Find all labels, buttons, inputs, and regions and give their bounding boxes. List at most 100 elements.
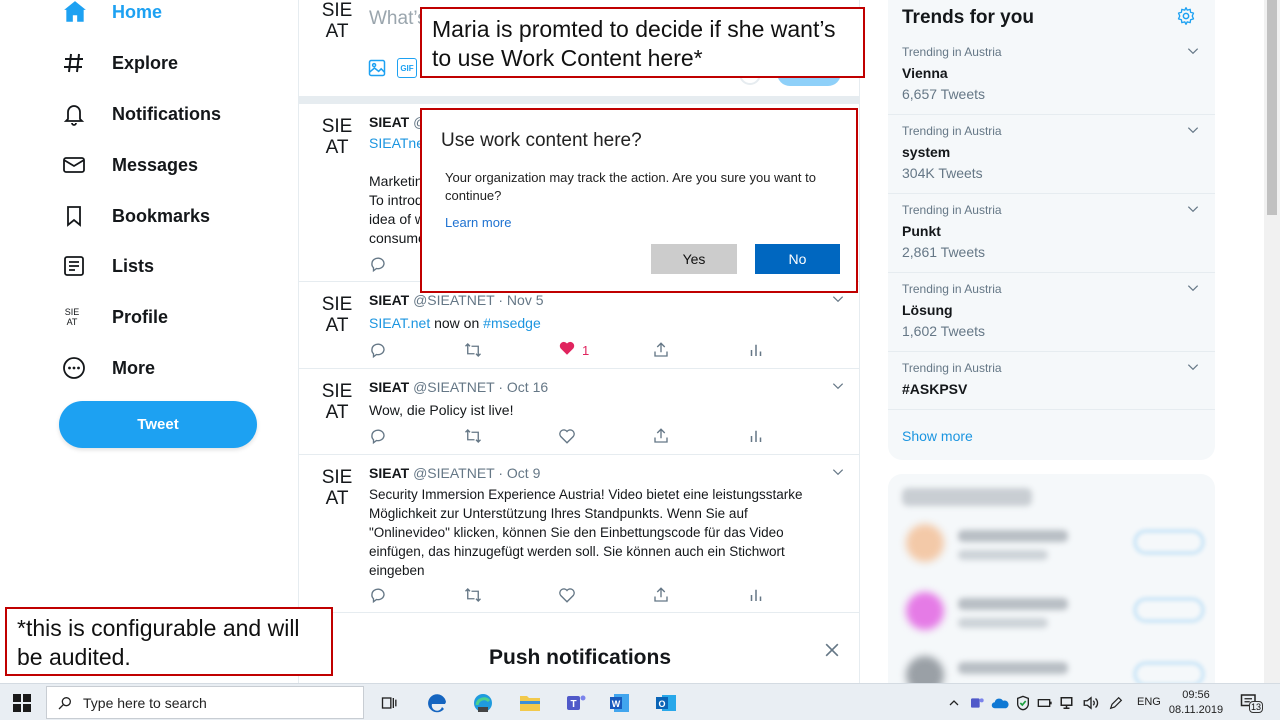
tweet-button[interactable]: Tweet: [59, 401, 257, 448]
image-icon[interactable]: [367, 58, 387, 78]
close-icon[interactable]: [822, 640, 842, 660]
nav-more[interactable]: More: [62, 348, 155, 388]
tweet-handle[interactable]: @SIEATNET: [413, 292, 494, 308]
show-more-link[interactable]: Show more: [902, 428, 973, 444]
analytics-icon[interactable]: [747, 585, 765, 605]
heart-icon[interactable]: [558, 585, 576, 605]
edge-beta-icon[interactable]: [470, 690, 496, 716]
chevron-down-icon[interactable]: [1186, 202, 1200, 216]
tweet-avatar[interactable]: SIE AT: [317, 381, 357, 423]
no-button[interactable]: No: [755, 244, 840, 274]
scrollbar[interactable]: [1264, 0, 1280, 683]
chevron-down-icon[interactable]: [1186, 44, 1200, 58]
hashtag-link[interactable]: #msedge: [483, 315, 541, 331]
nav-messages[interactable]: Messages: [62, 145, 198, 185]
pen-icon[interactable]: [1106, 693, 1126, 713]
retweet-icon[interactable]: [464, 340, 482, 360]
network-icon[interactable]: [1058, 693, 1078, 713]
word-icon[interactable]: W: [607, 690, 633, 716]
mini-avatar-top: SIE: [64, 307, 80, 317]
blurred-follow-row[interactable]: [906, 524, 1206, 574]
learn-more-link[interactable]: Learn more: [445, 215, 511, 230]
chevron-up-icon[interactable]: [946, 693, 962, 713]
nav-lists[interactable]: Lists: [62, 246, 154, 286]
heart-icon[interactable]: [558, 426, 576, 446]
nav-notifications[interactable]: Notifications: [62, 94, 221, 134]
tweet-date[interactable]: Nov 5: [507, 292, 544, 308]
tweet-date[interactable]: Oct 16: [507, 379, 548, 395]
outlook-icon[interactable]: O: [653, 690, 679, 716]
gif-icon[interactable]: GIF: [397, 58, 417, 78]
tweet-handle[interactable]: @SIEATNET: [413, 379, 494, 395]
nav-profile[interactable]: SIE AT Profile: [62, 297, 168, 337]
tweet-avatar[interactable]: SIE AT: [317, 116, 357, 158]
retweet-icon[interactable]: [464, 426, 482, 446]
nav-bookmarks[interactable]: Bookmarks: [62, 196, 210, 236]
share-icon[interactable]: [652, 426, 670, 446]
chevron-down-icon[interactable]: [831, 465, 845, 479]
tweet-author[interactable]: SIEAT: [369, 292, 409, 308]
edge-legacy-icon[interactable]: [424, 690, 450, 716]
tweet-link[interactable]: SIEATne: [369, 135, 424, 151]
taskbar-search[interactable]: Type here to search: [46, 686, 364, 719]
teams-tray-icon[interactable]: [968, 693, 986, 713]
clock[interactable]: 09:56 08.11.2019: [1165, 688, 1227, 718]
share-icon[interactable]: [652, 585, 670, 605]
tweet-item[interactable]: SIE AT SIEAT @SIEATNET · Oct 9 Security I…: [299, 455, 859, 613]
blurred-line: [958, 618, 1048, 628]
scrollbar-thumb[interactable]: [1267, 0, 1277, 215]
teams-icon[interactable]: T: [563, 690, 589, 716]
chevron-down-icon[interactable]: [831, 292, 845, 306]
compose-input[interactable]: What’s: [369, 8, 427, 30]
security-shield-icon[interactable]: [1013, 693, 1033, 713]
avatar-text-top: SIE: [321, 0, 353, 21]
analytics-icon[interactable]: [747, 340, 765, 360]
yes-button[interactable]: Yes: [651, 244, 737, 274]
tweet-author[interactable]: SIEAT: [369, 465, 409, 481]
volume-icon[interactable]: [1081, 693, 1101, 713]
like-button[interactable]: 1: [558, 340, 589, 360]
tweet-author[interactable]: SIEAT: [369, 114, 409, 130]
gear-icon[interactable]: [1176, 6, 1196, 26]
tweet-avatar[interactable]: SIE AT: [317, 294, 357, 336]
nav-explore[interactable]: Explore: [62, 43, 178, 83]
tweet-avatar[interactable]: SIE AT: [317, 467, 357, 509]
chevron-down-icon[interactable]: [1186, 360, 1200, 374]
reply-icon[interactable]: [369, 340, 387, 360]
tweet-item[interactable]: SIE AT SIEAT @SIEATNET · Oct 16 Wow, die …: [299, 369, 859, 455]
reply-icon[interactable]: [369, 254, 387, 274]
tweet-author[interactable]: SIEAT: [369, 379, 409, 395]
tweet-date[interactable]: Oct 9: [507, 465, 540, 481]
left-nav: Home Explore Notifications Messages Book…: [0, 0, 298, 683]
chevron-down-icon[interactable]: [1186, 123, 1200, 137]
trend-item[interactable]: Trending in Austria Vienna 6,657 Tweets: [888, 36, 1215, 115]
tweet-handle[interactable]: @SIEATNET: [413, 465, 494, 481]
analytics-icon[interactable]: [747, 426, 765, 446]
trend-item[interactable]: Trending in Austria Punkt 2,861 Tweets: [888, 194, 1215, 273]
trend-item[interactable]: Trending in Austria system 304K Tweets: [888, 115, 1215, 194]
language-indicator[interactable]: ENG: [1137, 696, 1161, 708]
file-explorer-icon[interactable]: [517, 690, 543, 716]
battery-icon[interactable]: [1036, 693, 1054, 713]
blurred-follow-row[interactable]: [906, 592, 1206, 642]
retweet-icon[interactable]: [464, 585, 482, 605]
trend-item[interactable]: Trending in Austria Lösung 1,602 Tweets: [888, 273, 1215, 352]
compose-avatar[interactable]: SIE AT: [317, 0, 357, 42]
tweet-link[interactable]: SIEAT.net: [369, 315, 430, 331]
onedrive-icon[interactable]: [990, 693, 1010, 713]
chevron-down-icon[interactable]: [831, 379, 845, 393]
blurred-follow-row[interactable]: [906, 656, 1206, 683]
blurred-follow-button[interactable]: [1134, 530, 1204, 554]
reply-icon[interactable]: [369, 585, 387, 605]
chevron-down-icon[interactable]: [1186, 281, 1200, 295]
action-center-button[interactable]: 13: [1240, 693, 1264, 713]
blurred-follow-button[interactable]: [1134, 598, 1204, 622]
reply-icon[interactable]: [369, 426, 387, 446]
task-view-icon[interactable]: [377, 690, 403, 716]
windows-start-icon[interactable]: [12, 693, 32, 713]
blurred-follow-button[interactable]: [1134, 662, 1204, 683]
tweet-item[interactable]: SIE AT SIEAT @SIEATNET · Nov 5 SIEAT.net …: [299, 282, 859, 369]
trend-item[interactable]: Trending in Austria #ASKPSV: [888, 352, 1215, 410]
share-icon[interactable]: [652, 340, 670, 360]
nav-home[interactable]: Home: [62, 0, 162, 32]
